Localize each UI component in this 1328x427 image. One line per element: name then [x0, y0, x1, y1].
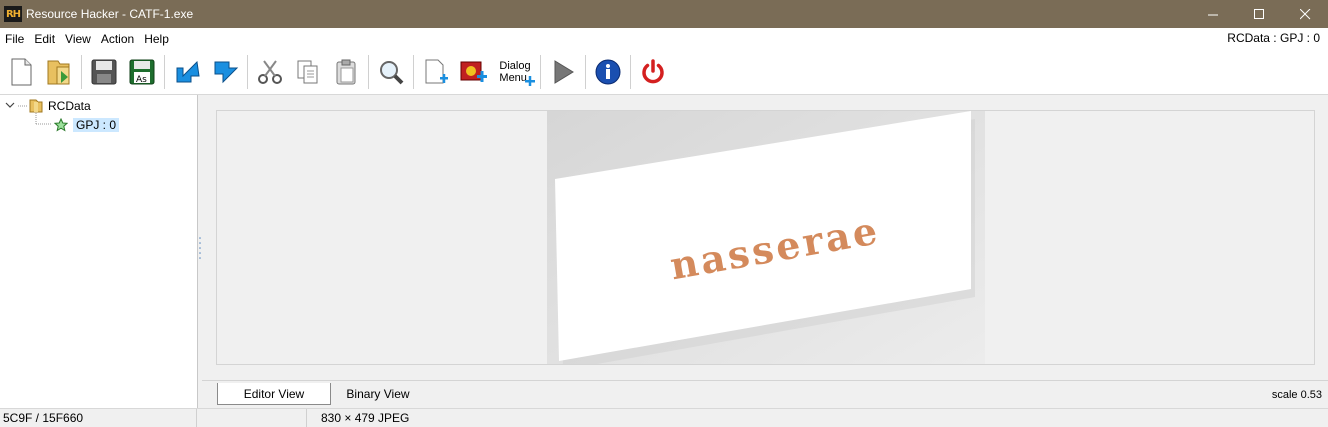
toolbar-separator: [368, 54, 369, 89]
image-preview: nasserae: [547, 111, 985, 364]
cut-button[interactable]: [253, 55, 287, 89]
tab-editor-view[interactable]: Editor View: [217, 383, 331, 405]
view-tabs: Editor View Binary View scale 0.53: [202, 380, 1328, 408]
toolbar-separator: [247, 54, 248, 89]
maximize-icon: [1253, 8, 1264, 19]
toolbar: As Dialog Menu: [0, 49, 1328, 95]
save-as-button[interactable]: As: [125, 55, 159, 89]
new-file-icon: [11, 58, 32, 85]
add-image-icon: [460, 61, 487, 82]
toolbar-separator: [630, 54, 631, 89]
title-bar: RH Resource Hacker - CATF-1.exe: [0, 0, 1328, 28]
scissors-icon: [258, 59, 282, 84]
add-dialog-menu-button[interactable]: Dialog Menu: [495, 55, 535, 89]
status-bar: 5C9F / 15F660 830 × 479 JPEG: [0, 408, 1328, 427]
save-as-icon: As: [129, 59, 155, 85]
toolbar-separator: [81, 54, 82, 89]
svg-text:As: As: [136, 75, 147, 85]
close-button[interactable]: [1282, 0, 1328, 28]
menu-help[interactable]: Help: [139, 32, 174, 46]
card-photo: nasserae: [547, 111, 985, 364]
tree-node-label: RCData: [48, 98, 91, 113]
tree-node-label: GPJ : 0: [73, 117, 120, 132]
menu-file[interactable]: File: [0, 32, 29, 46]
scale-label: scale 0.53: [1271, 389, 1322, 401]
import-button[interactable]: [170, 55, 204, 89]
copy-button[interactable]: [291, 55, 325, 89]
open-button[interactable]: [42, 55, 76, 89]
minimize-button[interactable]: [1190, 0, 1236, 28]
toolbar-separator: [585, 54, 586, 89]
add-blank-resource-icon: [425, 59, 448, 83]
menu-view[interactable]: View: [60, 32, 96, 46]
play-icon: [554, 59, 574, 84]
export-button[interactable]: [208, 55, 242, 89]
window-title: Resource Hacker - CATF-1.exe: [26, 7, 194, 21]
toolbar-separator: [413, 54, 414, 89]
star-icon: [54, 117, 68, 132]
add-resource-button[interactable]: [419, 55, 453, 89]
folder-icon: [29, 99, 43, 112]
paste-button[interactable]: [329, 55, 363, 89]
image-preview-area: nasserae: [216, 110, 1315, 365]
tab-binary-view[interactable]: Binary View: [332, 383, 424, 405]
app-icon: RH: [4, 6, 22, 22]
paste-icon: [336, 59, 356, 84]
menu-bar: File Edit View Action Help RCData : GPJ …: [0, 28, 1328, 49]
minimize-icon: [1207, 14, 1218, 15]
find-button[interactable]: [374, 55, 408, 89]
exit-button[interactable]: [636, 55, 670, 89]
status-image-info: 830 × 479 JPEG: [321, 411, 410, 425]
copy-icon: [297, 60, 318, 83]
arrow-down-left-icon: [176, 60, 200, 82]
status-empty: [197, 408, 307, 427]
info-icon: [595, 59, 621, 84]
save-button[interactable]: [87, 55, 121, 89]
dialog-menu-label: Dialog Menu: [499, 60, 535, 86]
editor-panel: nasserae: [202, 95, 1328, 380]
menu-action[interactable]: Action: [96, 32, 139, 46]
arrow-up-left-icon: [214, 61, 239, 83]
window-controls: [1190, 0, 1328, 28]
open-folder-icon: [47, 60, 70, 84]
menu-edit[interactable]: Edit: [29, 32, 60, 46]
resource-tree: RCData GPJ : 0: [0, 95, 198, 408]
resource-path-label: RCData : GPJ : 0: [1227, 31, 1320, 45]
status-offset: 5C9F / 15F660: [0, 408, 197, 427]
magnifier-icon: [380, 60, 404, 84]
power-icon: [642, 58, 664, 83]
tree-node-gpj[interactable]: GPJ : 0: [52, 116, 120, 133]
tree-node-rcdata[interactable]: RCData: [28, 97, 91, 114]
maximize-button[interactable]: [1236, 0, 1282, 28]
toolbar-separator: [540, 54, 541, 89]
new-button[interactable]: [4, 55, 38, 89]
compile-run-button[interactable]: [546, 55, 580, 89]
toolbar-separator: [164, 54, 165, 89]
save-icon: [91, 59, 117, 84]
add-image-resource-button[interactable]: [457, 55, 491, 89]
about-button[interactable]: [591, 55, 625, 89]
plus-icon: [524, 75, 535, 86]
close-icon: [1299, 8, 1310, 19]
